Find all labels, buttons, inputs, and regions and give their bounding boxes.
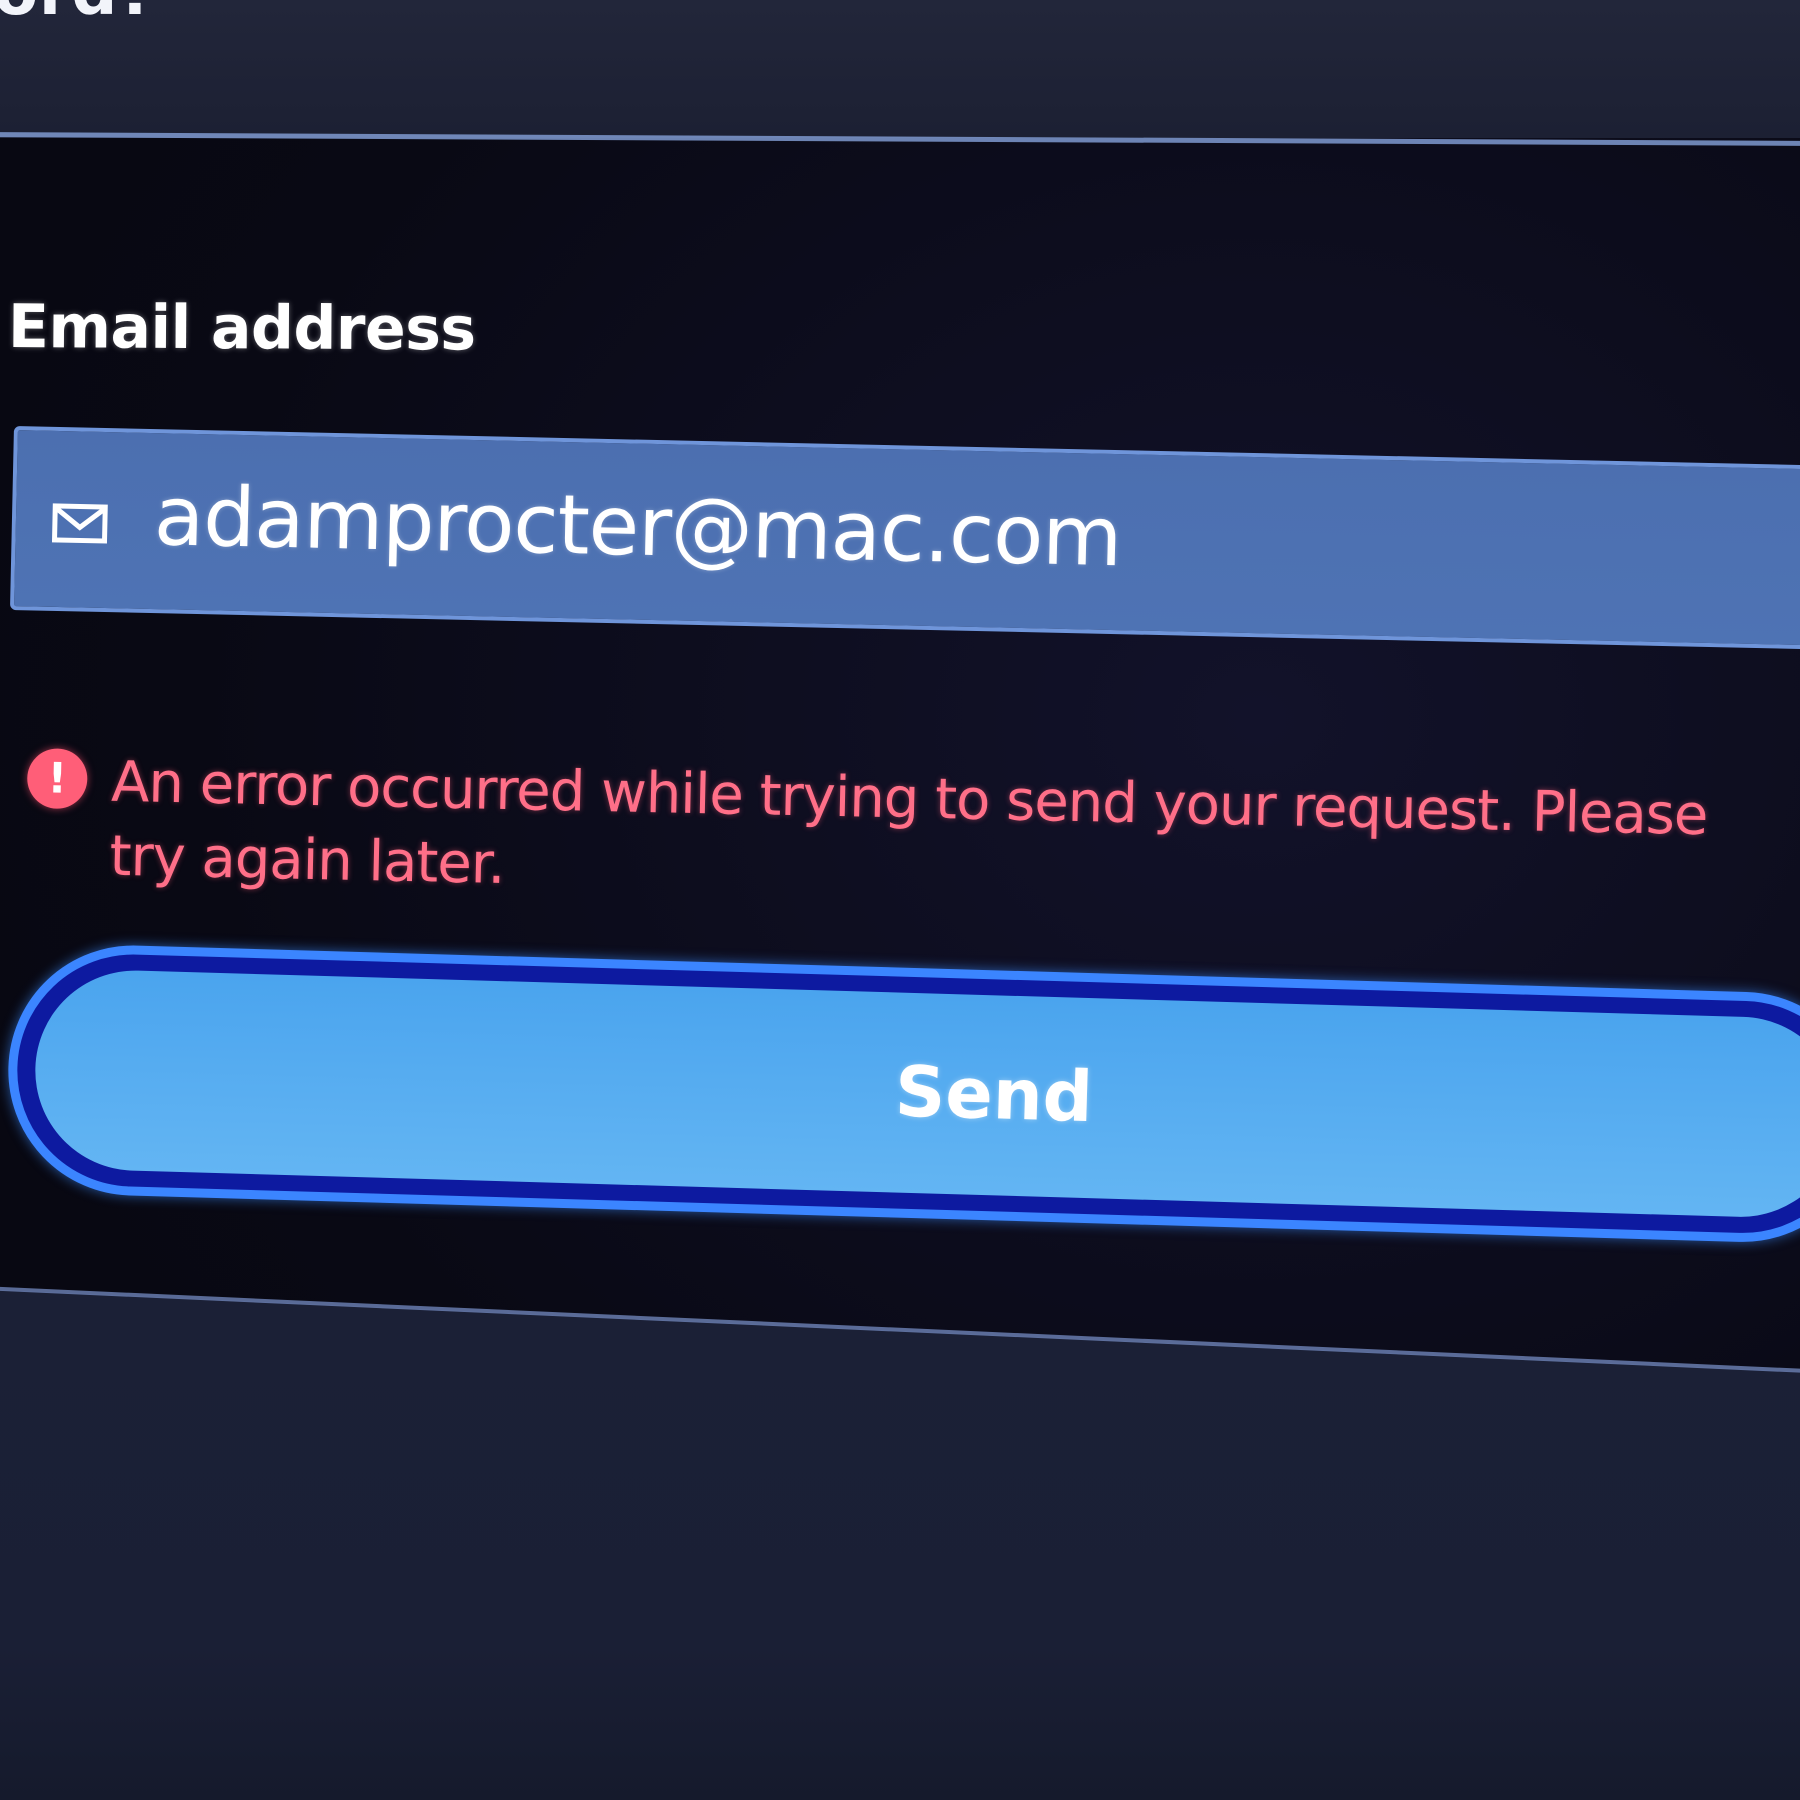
- error-text: An error occurred while trying to send y…: [108, 749, 1709, 897]
- email-label: Email address: [7, 292, 476, 365]
- email-field[interactable]: adamprocter@mac.com: [9, 426, 1800, 650]
- footer-band: [0, 1290, 1800, 1800]
- send-button[interactable]: Send: [4, 942, 1800, 1246]
- email-value[interactable]: adamprocter@mac.com: [153, 469, 1122, 585]
- header-band: ord?: [0, 0, 1800, 138]
- screen: ord? Email address adamprocter@mac.com !…: [0, 0, 1800, 1800]
- send-button-label[interactable]: Send: [894, 1051, 1094, 1139]
- alert-circle-icon: !: [26, 747, 88, 810]
- error-message: ! An error occurred while trying to send…: [26, 744, 1728, 897]
- page-title: ord?: [0, 0, 156, 30]
- send-button-fill[interactable]: Send: [32, 967, 1800, 1220]
- mail-icon: [51, 503, 108, 544]
